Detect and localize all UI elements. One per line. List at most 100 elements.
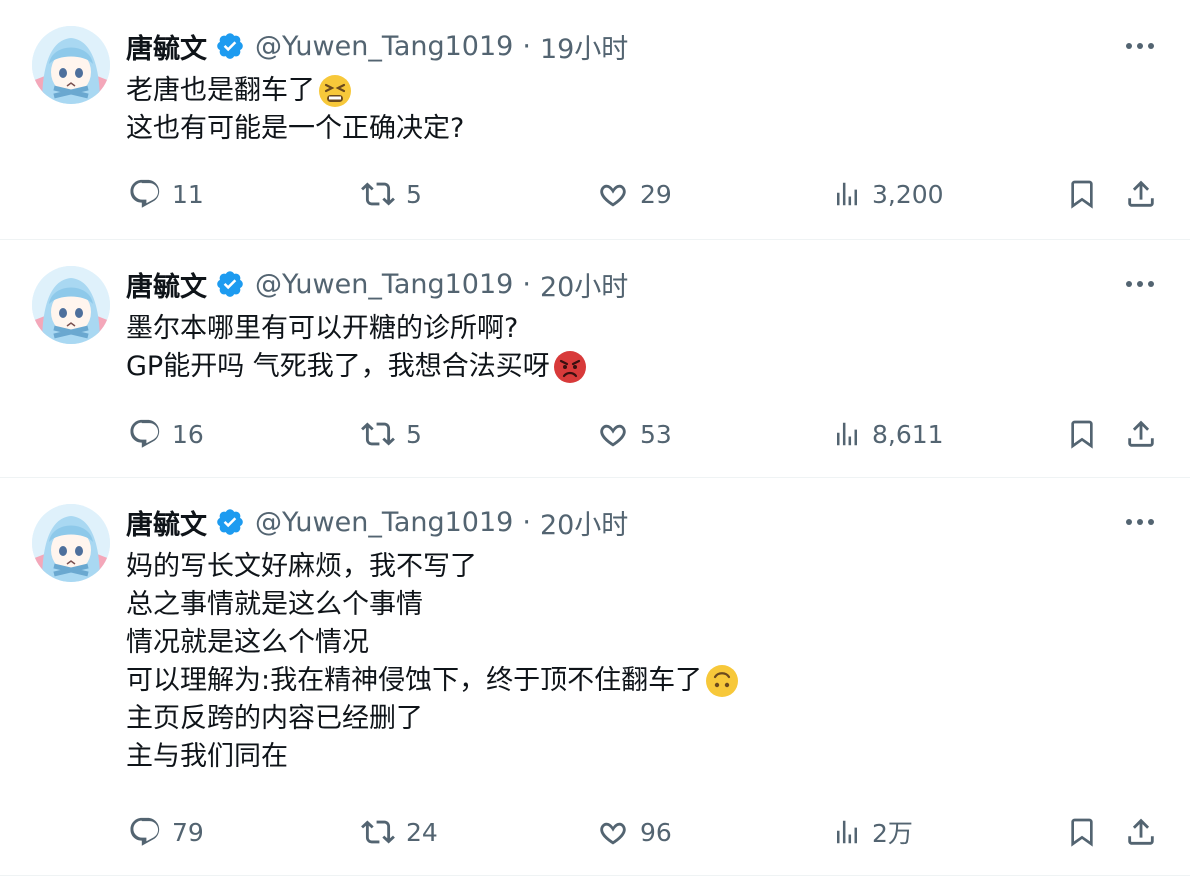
author-handle[interactable]: @Yuwen_Tang1019 <box>255 269 513 300</box>
reply-button[interactable]: 79 <box>128 810 204 854</box>
avatar[interactable] <box>32 504 110 582</box>
tweet-text-line: 总之事情就是这么个事情 <box>126 586 739 624</box>
retweet-icon <box>361 422 395 446</box>
avatar[interactable] <box>32 26 110 104</box>
tweet-header: 唐毓文 @Yuwen_Tang1019 · 19小时 <box>126 27 628 66</box>
tweet-actions: 11 5 29 3,200 <box>0 172 1190 216</box>
tweet-timestamp[interactable]: 20小时 <box>540 265 628 304</box>
verified-badge-icon <box>215 31 245 61</box>
reply-icon <box>130 817 160 846</box>
views-icon <box>837 422 857 446</box>
tweet-text-line: 情况就是这么个情况 <box>126 624 739 662</box>
tweet[interactable]: 唐毓文 @Yuwen_Tang1019 · 19小时 老唐也是翻车了 这也有可能… <box>0 0 1190 240</box>
reply-button[interactable]: 11 <box>128 172 204 216</box>
tweet[interactable]: 唐毓文 @Yuwen_Tang1019 · 20小时 妈的写长文好麻烦，我不写了… <box>0 478 1190 876</box>
share-button[interactable] <box>1124 412 1158 456</box>
bookmark-button[interactable] <box>1066 412 1098 456</box>
retweet-count: 5 <box>406 179 422 209</box>
retweet-button[interactable]: 24 <box>360 810 438 854</box>
tweet-text-segment: 妈的写长文好麻烦，我不写了 <box>126 551 477 582</box>
views-count: 2万 <box>872 819 913 848</box>
share-button[interactable] <box>1124 172 1158 216</box>
tweet-text-segment: GP能开吗 气死我了，我想合法买呀 <box>126 351 550 382</box>
like-count: 53 <box>640 419 672 449</box>
tweet-text-segment: 墨尔本哪里有可以开糖的诊所啊? <box>126 313 519 344</box>
tweet-actions: 79 24 96 2万 <box>0 810 1190 854</box>
more-options-icon[interactable] <box>1122 504 1158 540</box>
like-button[interactable]: 29 <box>596 172 672 216</box>
bookmark-icon <box>1071 420 1093 449</box>
tweet-text-segment: 总之事情就是这么个事情 <box>126 589 423 620</box>
heart-icon <box>600 184 626 207</box>
angry-face-emoji <box>553 350 587 384</box>
reply-count: 16 <box>172 419 204 449</box>
more-options-icon[interactable] <box>1122 28 1158 64</box>
tweet-text-segment: 老唐也是翻车了 <box>126 75 315 106</box>
verified-badge-icon <box>215 507 245 537</box>
reply-count: 79 <box>172 817 204 847</box>
heart-icon <box>600 424 626 447</box>
upside-down-face-emoji <box>705 664 739 698</box>
retweet-count: 5 <box>406 419 422 449</box>
tweet-text-segment: 这也有可能是一个正确决定? <box>126 113 465 144</box>
author-name[interactable]: 唐毓文 <box>126 27 207 66</box>
retweet-icon <box>361 820 395 844</box>
retweet-count: 24 <box>406 817 438 847</box>
share-icon <box>1128 818 1154 845</box>
tweet-header: 唐毓文 @Yuwen_Tang1019 · 20小时 <box>126 265 628 304</box>
tweet-timestamp[interactable]: 19小时 <box>540 27 628 66</box>
tweet-text-line: GP能开吗 气死我了，我想合法买呀 <box>126 348 587 386</box>
separator-dot: · <box>522 268 531 300</box>
tweet-text: 妈的写长文好麻烦，我不写了 总之事情就是这么个事情 情况就是这么个情况 可以理解… <box>126 548 739 776</box>
verified-badge-icon <box>215 269 245 299</box>
views-button[interactable]: 8,611 <box>832 412 944 456</box>
views-count: 8,611 <box>872 419 944 449</box>
views-icon <box>837 182 857 206</box>
tweet-text-segment: 主页反跨的内容已经删了 <box>126 703 423 734</box>
tweet-text-line: 可以理解为:我在精神侵蚀下，终于顶不住翻车了 <box>126 662 739 700</box>
bookmark-button[interactable] <box>1066 172 1098 216</box>
bookmark-button[interactable] <box>1066 810 1098 854</box>
views-button[interactable]: 2万 <box>832 810 913 854</box>
share-icon <box>1128 180 1154 207</box>
tweet-text-segment: 可以理解为:我在精神侵蚀下，终于顶不住翻车了 <box>126 665 703 696</box>
tweet-text-line: 妈的写长文好麻烦，我不写了 <box>126 548 739 586</box>
bookmark-icon <box>1071 180 1093 209</box>
views-count: 3,200 <box>872 179 944 209</box>
tweet-text-line: 墨尔本哪里有可以开糖的诊所啊? <box>126 310 587 348</box>
tweet[interactable]: 唐毓文 @Yuwen_Tang1019 · 20小时 墨尔本哪里有可以开糖的诊所… <box>0 240 1190 478</box>
like-count: 29 <box>640 179 672 209</box>
author-name[interactable]: 唐毓文 <box>126 265 207 304</box>
like-button[interactable]: 96 <box>596 810 672 854</box>
tweet-timestamp[interactable]: 20小时 <box>540 503 628 542</box>
author-handle[interactable]: @Yuwen_Tang1019 <box>255 507 513 538</box>
share-button[interactable] <box>1124 810 1158 854</box>
tired-face-emoji <box>318 74 352 108</box>
views-icon <box>837 820 857 844</box>
retweet-button[interactable]: 5 <box>360 172 422 216</box>
views-button[interactable]: 3,200 <box>832 172 944 216</box>
tweet-actions: 16 5 53 8,611 <box>0 412 1190 456</box>
tweet-header: 唐毓文 @Yuwen_Tang1019 · 20小时 <box>126 503 628 542</box>
avatar[interactable] <box>32 266 110 344</box>
reply-icon <box>130 179 160 208</box>
tweet-text: 老唐也是翻车了 这也有可能是一个正确决定? <box>126 72 464 148</box>
retweet-button[interactable]: 5 <box>360 412 422 456</box>
share-icon <box>1128 420 1154 447</box>
tweet-text-line: 老唐也是翻车了 <box>126 72 464 110</box>
retweet-icon <box>361 182 395 206</box>
tweet-text-segment: 情况就是这么个情况 <box>126 627 369 658</box>
separator-dot: · <box>522 30 531 62</box>
separator-dot: · <box>522 506 531 538</box>
like-button[interactable]: 53 <box>596 412 672 456</box>
like-count: 96 <box>640 817 672 847</box>
reply-count: 11 <box>172 179 204 209</box>
tweet-text-line: 主页反跨的内容已经删了 <box>126 700 739 738</box>
reply-button[interactable]: 16 <box>128 412 204 456</box>
tweet-text: 墨尔本哪里有可以开糖的诊所啊? GP能开吗 气死我了，我想合法买呀 <box>126 310 587 386</box>
heart-icon <box>600 822 626 845</box>
author-name[interactable]: 唐毓文 <box>126 503 207 542</box>
more-options-icon[interactable] <box>1122 266 1158 302</box>
bookmark-icon <box>1071 818 1093 847</box>
author-handle[interactable]: @Yuwen_Tang1019 <box>255 31 513 62</box>
